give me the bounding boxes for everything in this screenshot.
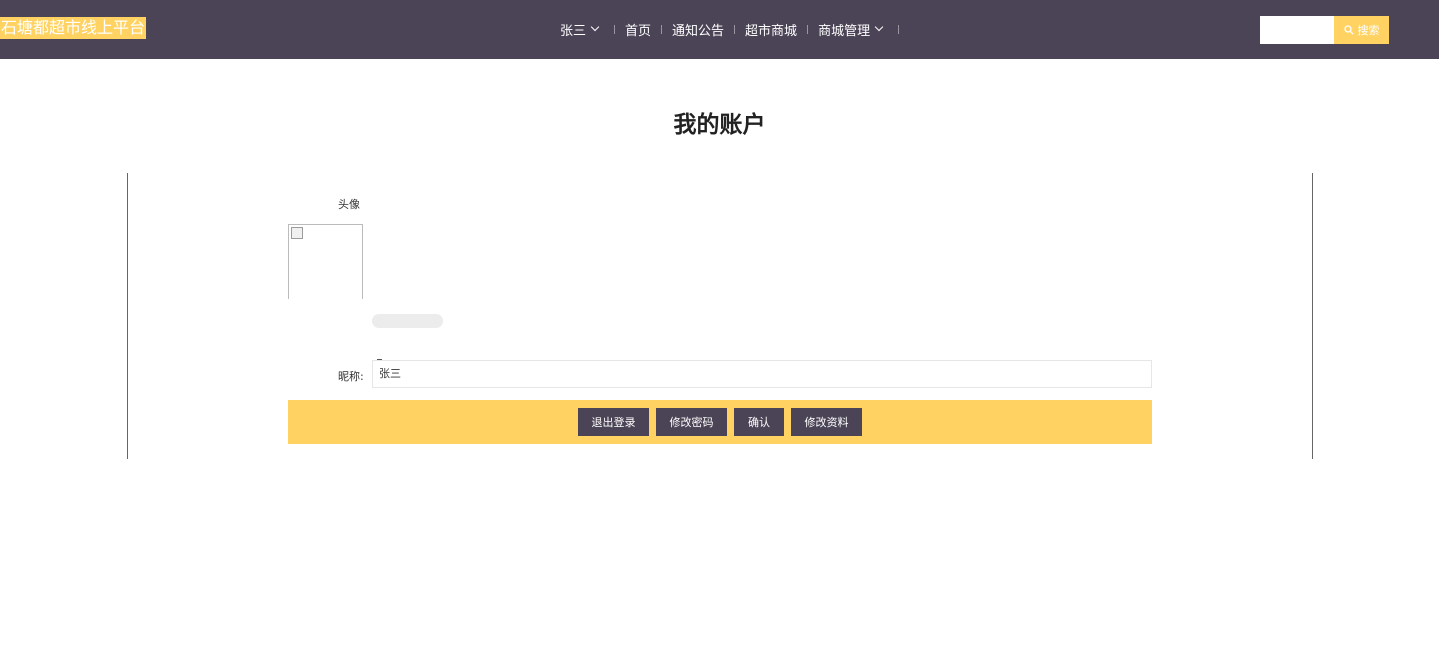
search-input[interactable]: [1260, 16, 1334, 44]
nav-user-menu[interactable]: 张三: [560, 20, 600, 39]
avatar-label: 头像: [338, 198, 360, 211]
nav-divider: [898, 24, 900, 34]
nav-divider: [734, 24, 736, 34]
nickname-field[interactable]: 张三: [372, 360, 1152, 388]
edit-profile-button[interactable]: 修改资料: [791, 408, 862, 436]
search-bar: 搜索: [1260, 16, 1389, 44]
page-title: 我的账户: [673, 112, 766, 138]
search-button[interactable]: 搜索: [1334, 16, 1389, 44]
nav-mall-admin-label: 商城管理: [818, 23, 871, 39]
nickname-label: 昵称:: [338, 370, 364, 383]
avatar-upload-button[interactable]: [372, 314, 443, 328]
site-brand[interactable]: 石塘都超市线上平台: [0, 17, 147, 39]
change-password-button[interactable]: 修改密码: [656, 408, 727, 436]
nav-home[interactable]: 首页: [625, 20, 651, 39]
main-nav: 张三 首页 通知公告 超市商城 商城管理: [560, 20, 909, 39]
nav-home-label: 首页: [625, 23, 652, 39]
search-icon: [1343, 25, 1354, 35]
broken-image-icon: [291, 227, 303, 239]
nav-notices[interactable]: 通知公告: [672, 20, 724, 39]
nav-mall-label: 超市商城: [745, 23, 798, 39]
nav-mall-admin[interactable]: 商城管理: [818, 20, 884, 39]
chevron-down-icon: [874, 22, 884, 32]
action-bar: 退出登录 修改密码 确认 修改资料: [288, 400, 1152, 444]
nav-notices-label: 通知公告: [672, 23, 725, 39]
top-navbar: 石塘都超市线上平台 张三 首页 通知公告 超市商城 商城管理 搜索: [0, 0, 1439, 59]
chevron-down-icon: [590, 22, 600, 32]
nav-divider: [807, 24, 809, 34]
nav-divider: [661, 24, 663, 34]
avatar-image: [288, 224, 363, 299]
confirm-button[interactable]: 确认: [734, 408, 784, 436]
nav-user-label: 张三: [560, 23, 587, 39]
nav-divider: [614, 24, 616, 34]
logout-button[interactable]: 退出登录: [578, 408, 649, 436]
search-button-label: 搜索: [1357, 24, 1380, 37]
nav-mall[interactable]: 超市商城: [745, 20, 797, 39]
